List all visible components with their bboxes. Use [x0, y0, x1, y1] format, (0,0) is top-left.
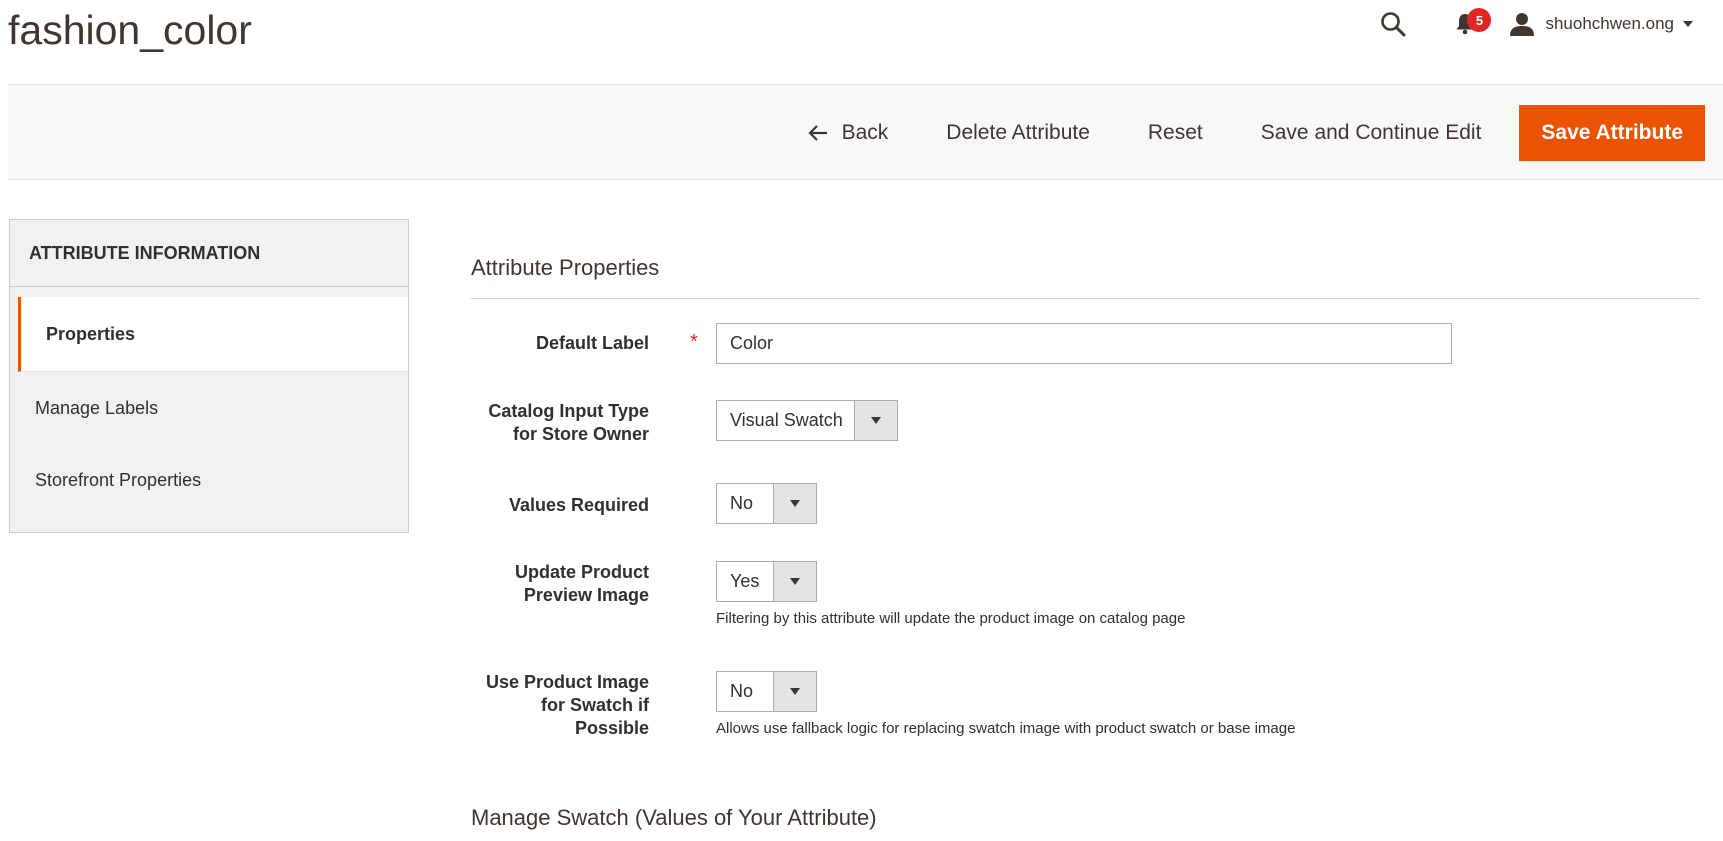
page-title: fashion_color [8, 7, 252, 53]
actions-buttons: Back Delete Attribute Reset Save and Con… [779, 105, 1705, 161]
reset-button[interactable]: Reset [1119, 105, 1232, 161]
values-required-value: No [730, 493, 754, 513]
select-arrow [773, 672, 816, 711]
chevron-down-icon [790, 578, 800, 585]
use-product-image-select[interactable]: No [716, 671, 817, 712]
sidebar-item-manage-labels[interactable]: Manage Labels [10, 372, 408, 444]
select-arrow [773, 484, 816, 523]
back-label: Back [841, 121, 889, 144]
default-label-input[interactable] [716, 323, 1452, 364]
header-actions: 5 shuohchwen.ong [1375, 6, 1693, 42]
attribute-properties-form: Attribute Properties Default Label * Cat… [471, 250, 1700, 830]
select-arrow [773, 562, 816, 601]
update-preview-image-note: Filtering by this attribute will update … [716, 610, 1186, 627]
required-marker: * [690, 331, 698, 353]
update-preview-image-label: Update Product Preview Image [449, 561, 649, 607]
update-preview-image-select[interactable]: Yes [716, 561, 817, 602]
catalog-input-type-label-line2: for Store Owner [512, 424, 649, 444]
values-required-label: Values Required [508, 495, 649, 515]
use-product-image-label-line2: for Swatch if [540, 695, 649, 715]
back-button[interactable]: Back [779, 105, 918, 161]
default-label-label: Default Label [535, 333, 649, 353]
user-icon [1510, 13, 1535, 36]
notification-count-badge: 5 [1467, 8, 1492, 32]
use-product-image-label-line1: Use Product Image [485, 672, 649, 692]
values-required-select[interactable]: No [716, 483, 817, 524]
update-preview-image-label-line2: Preview Image [523, 585, 649, 605]
user-name: shuohchwen.ong [1545, 14, 1674, 33]
catalog-input-type-value: Visual Swatch [730, 410, 843, 430]
sidebar-title: ATTRIBUTE INFORMATION [10, 220, 408, 287]
use-product-image-label: Use Product Image for Swatch if Possible [449, 671, 649, 740]
manage-swatch-title: Manage Swatch (Values of Your Attribute) [471, 805, 877, 830]
chevron-down-icon [790, 688, 800, 695]
search-icon [1381, 12, 1406, 37]
chevron-down-icon [1683, 21, 1693, 27]
chevron-down-icon [871, 417, 881, 424]
arrow-left-icon [808, 125, 828, 141]
save-and-continue-button[interactable]: Save and Continue Edit [1232, 105, 1511, 161]
use-product-image-value: No [730, 681, 754, 701]
search-button[interactable] [1375, 6, 1411, 42]
page-actions-bar: Back Delete Attribute Reset Save and Con… [8, 84, 1723, 180]
delete-attribute-button[interactable]: Delete Attribute [917, 105, 1119, 161]
use-product-image-note: Allows use fallback logic for replacing … [716, 720, 1296, 737]
page-header: fashion_color 5 shuohchwen.ong [0, 0, 1723, 84]
catalog-input-type-label: Catalog Input Type for Store Owner [449, 400, 649, 446]
catalog-input-type-select[interactable]: Visual Swatch [716, 400, 898, 441]
update-preview-image-label-line1: Update Product [514, 562, 649, 582]
update-preview-image-value: Yes [730, 571, 760, 591]
sidebar-item-properties[interactable]: Properties [18, 297, 408, 372]
use-product-image-label-line3: Possible [574, 718, 649, 738]
catalog-input-type-label-line1: Catalog Input Type [488, 401, 649, 421]
notifications-button[interactable]: 5 [1447, 6, 1492, 42]
sidebar-item-storefront-properties[interactable]: Storefront Properties [10, 444, 408, 516]
attribute-info-sidebar: ATTRIBUTE INFORMATION Properties Manage … [9, 219, 409, 533]
chevron-down-icon [790, 500, 800, 507]
attribute-properties-title: Attribute Properties [471, 250, 1700, 299]
save-attribute-button[interactable]: Save Attribute [1519, 105, 1705, 161]
user-menu[interactable]: shuohchwen.ong [1509, 6, 1693, 42]
select-arrow [854, 401, 897, 440]
